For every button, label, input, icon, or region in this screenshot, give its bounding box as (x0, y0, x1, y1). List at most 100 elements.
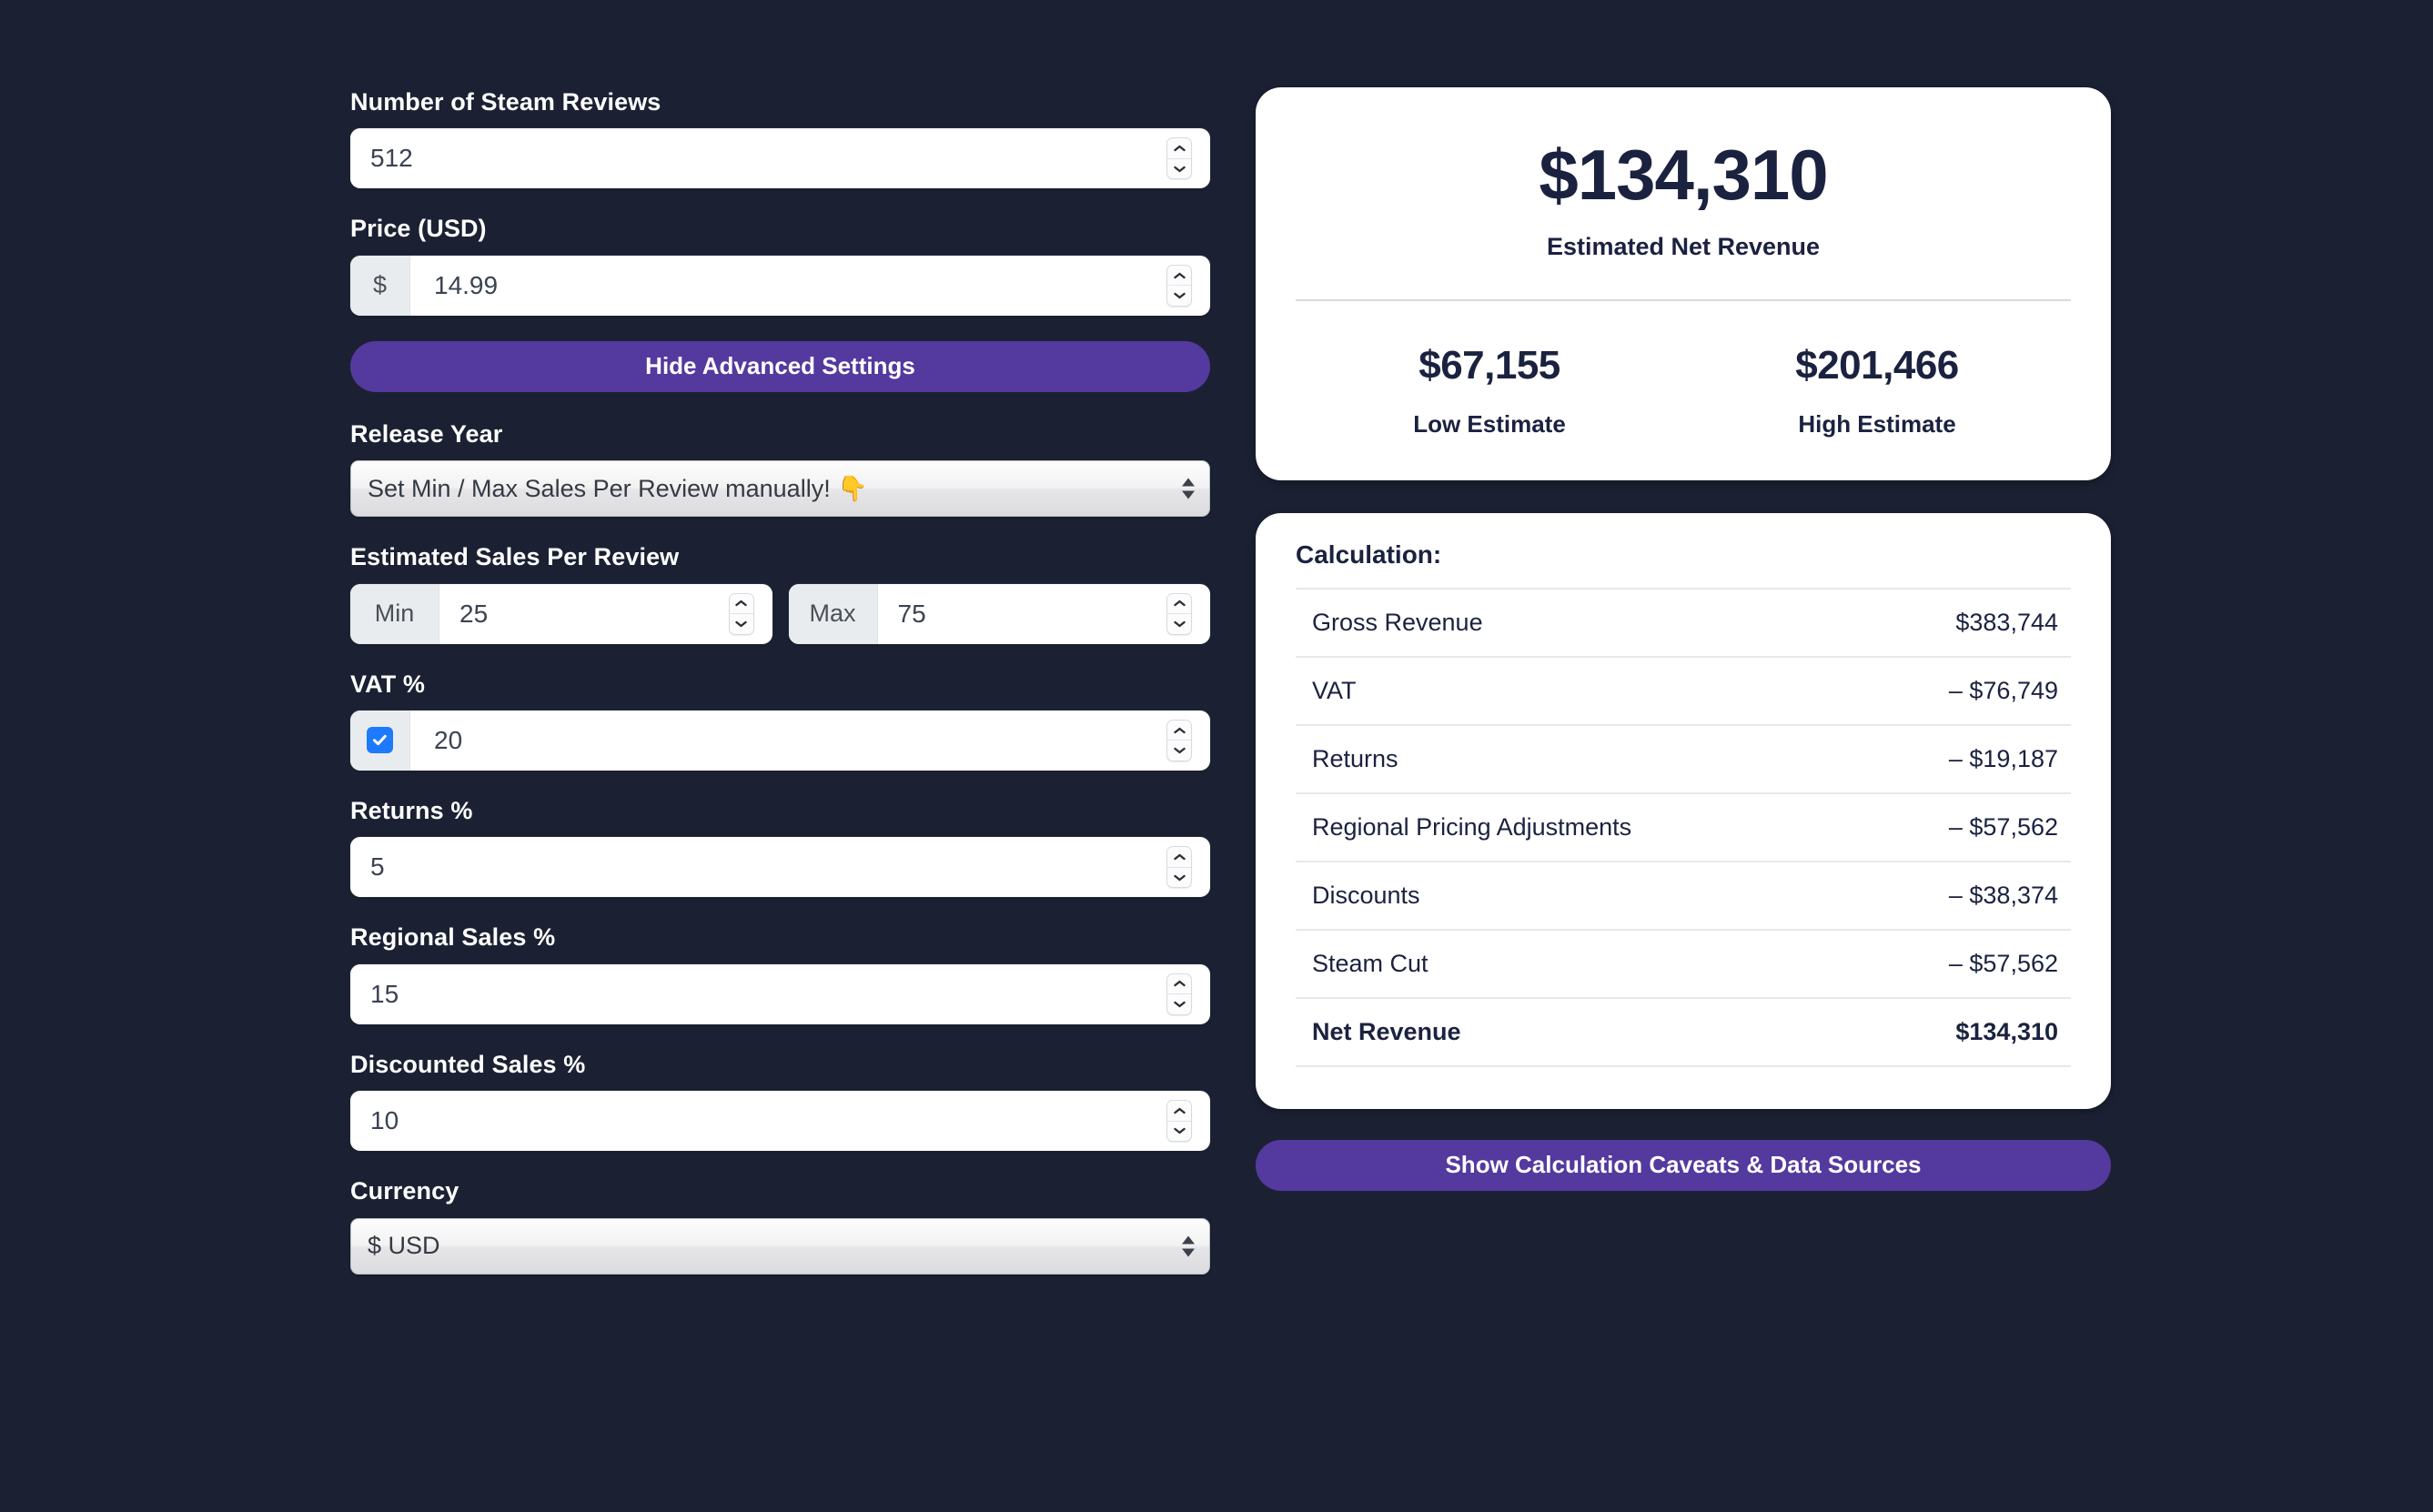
steam-reviews-label: Number of Steam Reviews (350, 88, 661, 116)
chevron-up-icon (1173, 727, 1186, 733)
release-year-label: Release Year (350, 419, 503, 448)
steam-reviews-value[interactable]: 512 (350, 128, 1166, 189)
returns-value[interactable]: 5 (350, 837, 1166, 898)
steam-reviews-stepper[interactable] (1166, 137, 1192, 180)
returns-input[interactable]: 5 (350, 837, 1210, 898)
select-arrows-icon (1182, 1235, 1195, 1257)
app-root: Number of Steam Reviews 512 Price (USD) … (0, 0, 2433, 1512)
regional-sales-value[interactable]: 15 (350, 963, 1166, 1024)
calc-row-value: – $57,562 (1948, 949, 2058, 977)
stepper-up[interactable] (1167, 847, 1191, 868)
regional-sales-stepper[interactable] (1166, 973, 1192, 1015)
show-calculation-caveats-button[interactable]: Show Calculation Caveats & Data Sources (1256, 1139, 2111, 1191)
high-estimate-label: High Estimate (1798, 409, 1956, 438)
summary-divider (1296, 298, 2071, 301)
min-max-row: Min 25 Max 75 (350, 583, 1210, 644)
field-regional-sales: Regional Sales % 15 (350, 922, 1210, 1024)
field-vat: VAT % 20 (350, 670, 1210, 771)
chevron-up-icon (1173, 272, 1186, 278)
table-row: VAT – $76,749 (1296, 655, 2071, 724)
vat-input[interactable]: 20 (350, 710, 1210, 771)
low-estimate-value: $67,155 (1418, 342, 1560, 388)
caveats-button-wrap: Show Calculation Caveats & Data Sources (1256, 1139, 2111, 1191)
stepper-up[interactable] (729, 594, 753, 615)
stepper-down[interactable] (1167, 286, 1191, 306)
max-stepper[interactable] (1166, 592, 1192, 635)
release-year-select[interactable]: Set Min / Max Sales Per Review manually!… (350, 460, 1210, 518)
sales-per-review-max-input[interactable]: Max 75 (788, 583, 1210, 644)
chevron-up-icon (1173, 1107, 1186, 1114)
vat-stepper[interactable] (1166, 719, 1192, 761)
sales-per-review-min-input[interactable]: Min 25 (350, 583, 772, 644)
stepper-down[interactable] (730, 614, 753, 634)
chevron-down-icon (1173, 166, 1186, 172)
stepper-down[interactable] (1167, 159, 1191, 179)
settings-form: Number of Steam Reviews 512 Price (USD) … (350, 87, 1210, 1300)
stepper-down[interactable] (1167, 614, 1191, 634)
net-revenue-amount: $134,310 (1539, 135, 1828, 215)
stepper-up[interactable] (1167, 721, 1191, 741)
discounted-sales-label: Discounted Sales % (350, 1050, 586, 1078)
table-row: Gross Revenue $383,744 (1296, 587, 2071, 656)
table-bottom-rule (1296, 1064, 2071, 1078)
chevron-up-icon (1173, 853, 1186, 861)
chevron-down-icon (1173, 1001, 1186, 1008)
returns-stepper[interactable] (1166, 846, 1192, 889)
sales-per-review-label: Estimated Sales Per Review (350, 543, 680, 571)
chevron-down-icon (1173, 620, 1186, 628)
field-discounted-sales: Discounted Sales % 10 (350, 1050, 1210, 1152)
table-row: Regional Pricing Adjustments – $57,562 (1296, 791, 2071, 861)
field-steam-reviews: Number of Steam Reviews 512 (350, 87, 1210, 189)
currency-select[interactable]: $ USD (350, 1217, 1210, 1275)
min-stepper[interactable] (728, 592, 754, 635)
table-row: Discounts – $38,374 (1296, 860, 2071, 929)
stepper-up[interactable] (1167, 266, 1191, 287)
price-stepper[interactable] (1166, 264, 1192, 307)
steam-reviews-input[interactable]: 512 (350, 128, 1210, 189)
triangle-down-icon (1182, 1248, 1195, 1257)
field-sales-per-review: Estimated Sales Per Review Min 25 Max 75 (350, 542, 1210, 644)
discounted-sales-input[interactable]: 10 (350, 1091, 1210, 1152)
sales-per-review-min-value[interactable]: 25 (439, 583, 729, 644)
vat-enabled-checkbox[interactable] (367, 727, 393, 754)
discounted-sales-stepper[interactable] (1166, 1100, 1192, 1143)
discounted-sales-value[interactable]: 10 (350, 1091, 1166, 1152)
calc-row-value: $383,744 (1955, 608, 2058, 636)
calc-row-label: Gross Revenue (1312, 608, 1483, 636)
chevron-down-icon (735, 620, 747, 628)
stepper-up[interactable] (1167, 138, 1191, 159)
stepper-up[interactable] (1167, 1101, 1191, 1122)
stepper-down[interactable] (1167, 1122, 1191, 1142)
field-currency: Currency $ USD (350, 1176, 1210, 1275)
check-icon (373, 735, 387, 746)
stepper-down[interactable] (1167, 741, 1191, 761)
stepper-up[interactable] (1167, 974, 1191, 995)
vat-checkbox-wrap[interactable] (350, 710, 410, 771)
triangle-up-icon (1182, 1235, 1195, 1245)
returns-label: Returns % (350, 796, 473, 824)
price-input[interactable]: $ 14.99 (350, 255, 1210, 316)
high-estimate: $201,466 High Estimate (1683, 343, 2071, 438)
results-column: $134,310 Estimated Net Revenue $67,155 L… (1256, 87, 2111, 1191)
chevron-down-icon (1173, 1128, 1186, 1134)
chevron-down-icon (1173, 748, 1186, 754)
chevron-up-icon (1173, 600, 1186, 607)
vat-value[interactable]: 20 (410, 710, 1166, 771)
calc-row-value: $134,310 (1955, 1017, 2058, 1045)
currency-label: Currency (350, 1177, 459, 1205)
table-row-total: Net Revenue $134,310 (1296, 996, 2071, 1065)
field-returns: Returns % 5 (350, 796, 1210, 898)
sales-per-review-max-value[interactable]: 75 (877, 583, 1166, 644)
price-value[interactable]: 14.99 (410, 255, 1166, 316)
high-estimate-value: $201,466 (1795, 342, 1959, 388)
calc-row-label: Returns (1312, 744, 1398, 772)
stepper-down[interactable] (1167, 868, 1191, 888)
table-row: Returns – $19,187 (1296, 723, 2071, 792)
stepper-down[interactable] (1167, 994, 1191, 1014)
hide-advanced-settings-button[interactable]: Hide Advanced Settings (350, 340, 1210, 392)
chevron-up-icon (1173, 145, 1186, 152)
stepper-up[interactable] (1167, 594, 1191, 615)
chevron-down-icon (1173, 292, 1186, 299)
regional-sales-input[interactable]: 15 (350, 963, 1210, 1024)
field-price: Price (USD) $ 14.99 (350, 214, 1210, 316)
